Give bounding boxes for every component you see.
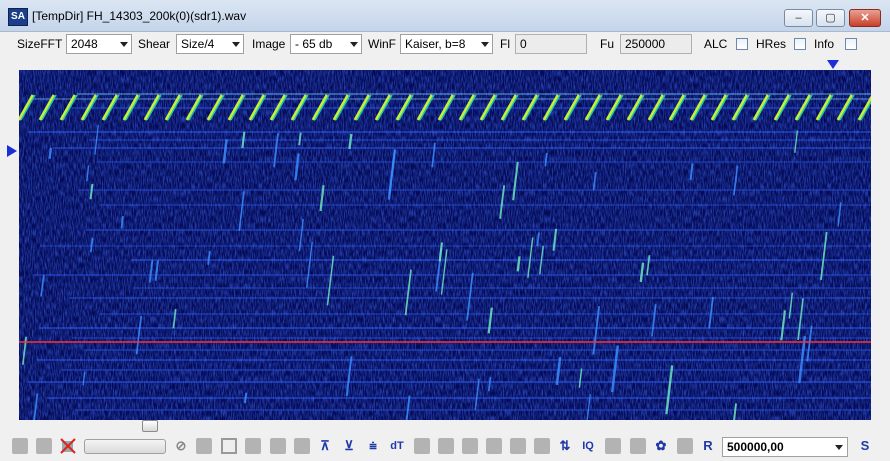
s-icon[interactable]: S [857, 438, 873, 454]
bottom-toolbar: ⊘ ⊼ ⊻ ⩧ dT ⇅ IQ ✿ R 500000,00 S [0, 434, 890, 461]
tool-icon[interactable] [462, 438, 478, 454]
fl-field[interactable]: 0 [515, 34, 587, 54]
image-select[interactable]: - 65 db [290, 34, 362, 54]
close-button[interactable]: ✕ [849, 9, 881, 27]
spectrogram-display[interactable] [19, 70, 871, 420]
fu-field[interactable]: 250000 [620, 34, 692, 54]
winf-label: WinF [368, 37, 396, 51]
chevron-down-icon [835, 445, 843, 450]
info-label: Info [814, 37, 835, 51]
chevron-down-icon [350, 42, 358, 47]
hres-label: HRes [756, 37, 787, 51]
shift-down-icon[interactable]: ⊻ [341, 438, 357, 454]
tool-icon[interactable] [486, 438, 502, 454]
tool-icon[interactable] [630, 438, 646, 454]
shear-label: Shear [138, 37, 171, 51]
winf-value: Kaiser, b=8 [405, 37, 466, 51]
tool-icon[interactable] [294, 438, 310, 454]
tool-icon[interactable] [605, 438, 621, 454]
frequency-marker-icon[interactable] [827, 60, 839, 69]
swap-icon[interactable]: ⇅ [557, 438, 573, 454]
tool-icon[interactable] [510, 438, 526, 454]
window-title: [TempDir] FH_14303_200k(0)(sdr1).wav [32, 9, 247, 23]
position-slider[interactable] [84, 439, 166, 454]
iq-icon[interactable]: IQ [580, 438, 596, 454]
tool-icon[interactable] [245, 438, 261, 454]
chevron-down-icon [120, 42, 128, 47]
hop-streak [48, 147, 53, 159]
tool-icon[interactable] [270, 438, 286, 454]
settings-gear-icon[interactable]: ✿ [653, 438, 669, 454]
forbid-icon[interactable]: ⊘ [173, 438, 189, 454]
image-value: - 65 db [295, 37, 333, 51]
alc-label: ALC [704, 37, 728, 51]
tool-icon[interactable] [36, 438, 52, 454]
chevron-down-icon [232, 42, 240, 47]
tool-icon[interactable] [414, 438, 430, 454]
fl-label: Fl [500, 37, 510, 51]
delete-icon[interactable] [60, 438, 76, 454]
shift-up-icon[interactable]: ⊼ [317, 438, 333, 454]
hres-checkbox[interactable] [794, 38, 806, 50]
sizefft-select[interactable]: 2048 [66, 34, 132, 54]
tool-icon[interactable] [12, 438, 28, 454]
winf-select[interactable]: Kaiser, b=8 [400, 34, 493, 54]
shear-value: Size/4 [181, 37, 215, 51]
sizefft-value: 2048 [71, 37, 98, 51]
spectrogram-noise [19, 70, 871, 420]
app-icon: SA [8, 8, 28, 26]
alc-checkbox[interactable] [736, 38, 748, 50]
tool-icon[interactable] [438, 438, 454, 454]
hop-streak [244, 392, 248, 404]
stop-icon[interactable] [221, 438, 237, 454]
shear-select[interactable]: Size/4 [176, 34, 244, 54]
info-checkbox[interactable] [845, 38, 857, 50]
time-marker-icon[interactable] [7, 145, 17, 157]
fu-label: Fu [600, 37, 615, 51]
dt-icon[interactable]: dT [389, 438, 405, 454]
frequency-value: 500000,00 [727, 440, 784, 454]
r-icon[interactable]: R [700, 438, 716, 454]
tool-icon[interactable] [534, 438, 550, 454]
maximize-button[interactable]: ▢ [816, 9, 845, 27]
minimize-button[interactable]: – [784, 9, 813, 27]
toolbar: SizeFFT 2048 Shear Size/4 Image - 65 db … [0, 32, 890, 58]
horizontal-scroll-thumb[interactable] [142, 420, 158, 432]
compress-icon[interactable]: ⩧ [365, 438, 381, 454]
frequency-select[interactable]: 500000,00 [722, 437, 848, 457]
chevron-down-icon [481, 42, 489, 47]
tool-icon[interactable] [196, 438, 212, 454]
tool-icon[interactable] [677, 438, 693, 454]
title-bar: SA [TempDir] FH_14303_200k(0)(sdr1).wav … [0, 0, 890, 32]
image-label: Image [252, 37, 286, 51]
sizefft-label: SizeFFT [17, 37, 63, 51]
